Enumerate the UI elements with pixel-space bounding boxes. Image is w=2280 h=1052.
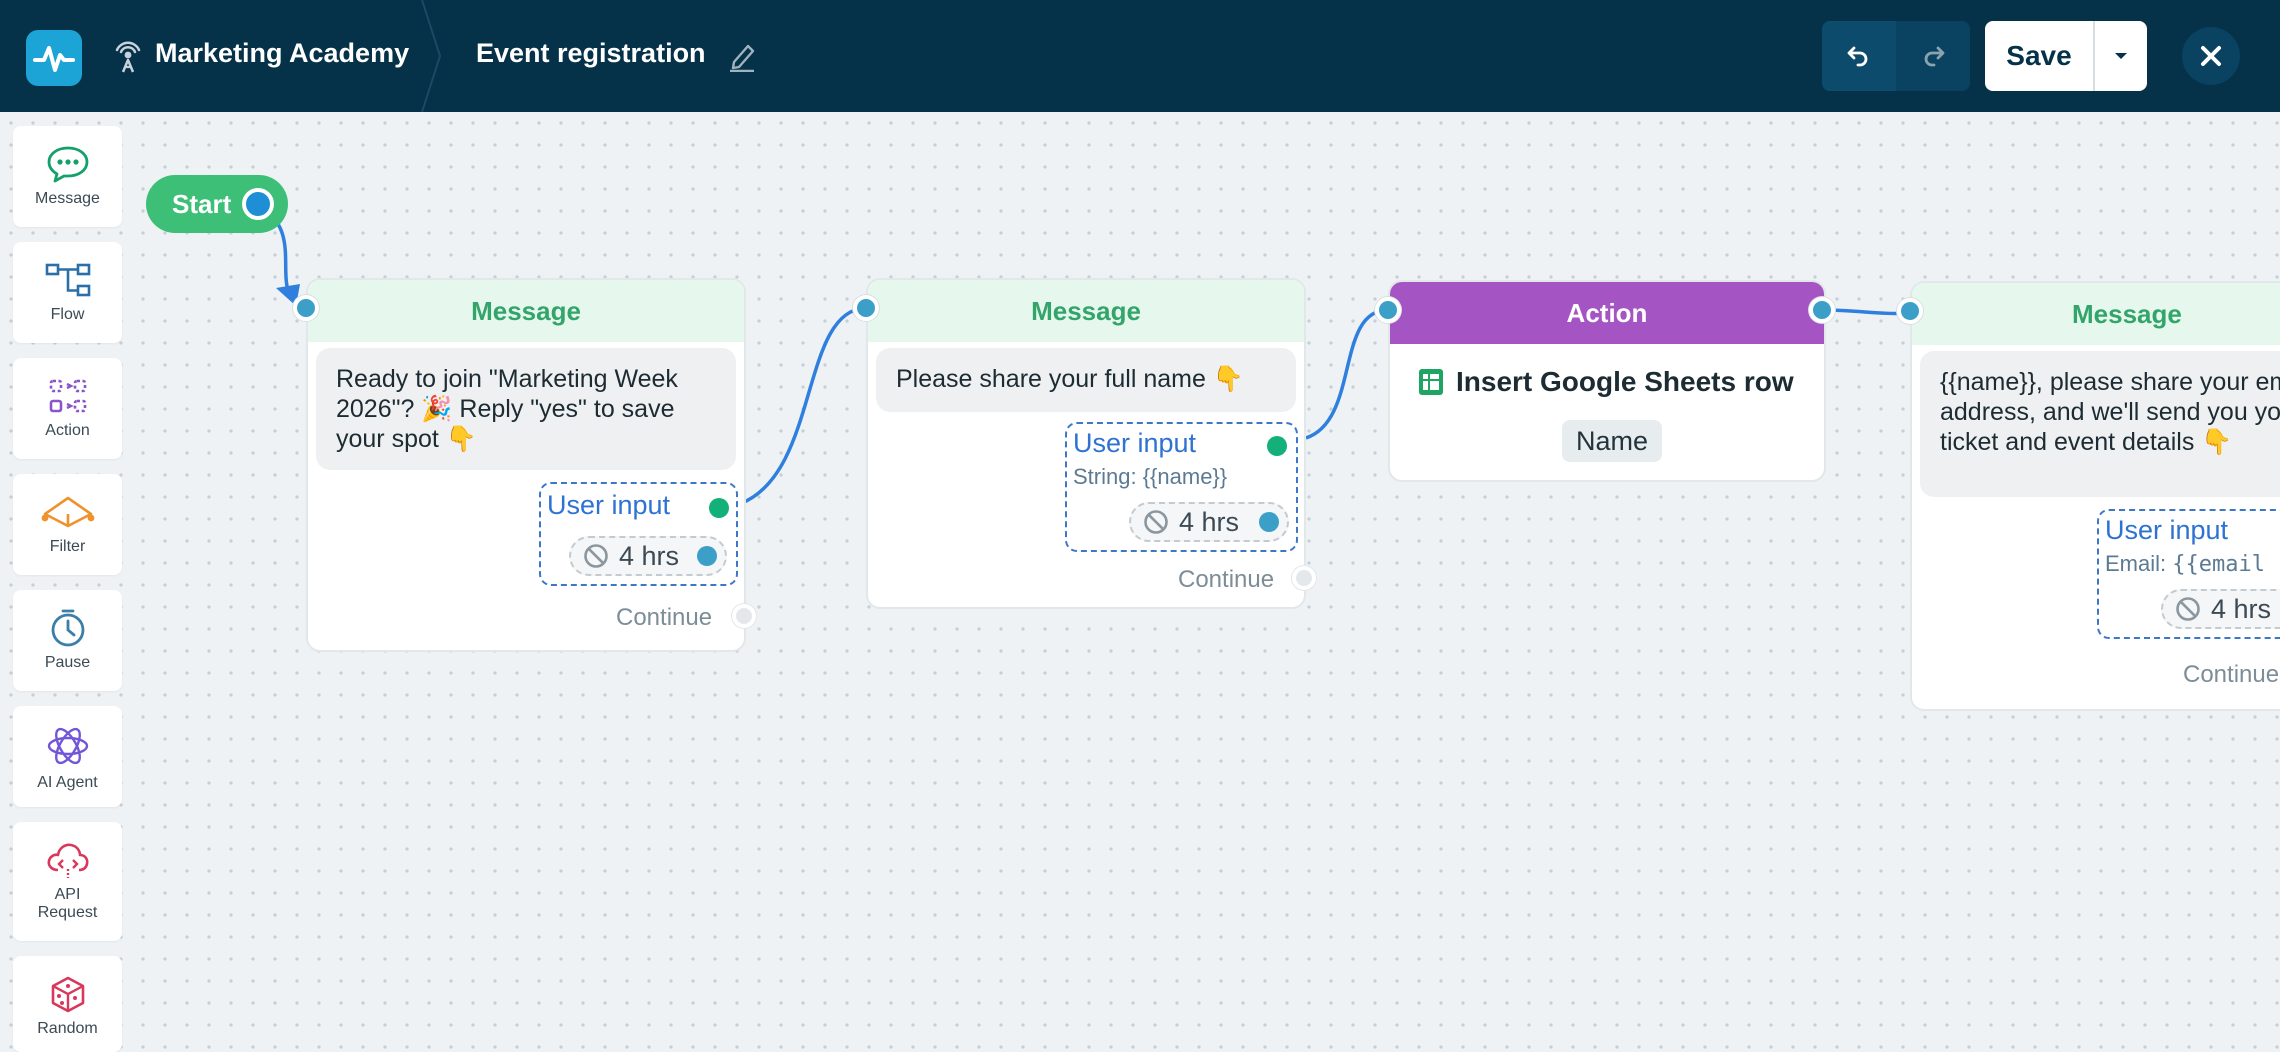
history-controls <box>1822 21 1970 91</box>
timeout-chip[interactable]: 4 hrs <box>1129 502 1289 542</box>
user-input-variable: Email: {{email <box>2105 551 2265 577</box>
flow-icon <box>45 263 90 297</box>
tool-ai-agent[interactable]: AI Agent <box>13 706 122 807</box>
tool-label: Flow <box>50 306 85 323</box>
user-input-block[interactable]: User input String: {{name}} 4 hrs <box>1065 422 1298 552</box>
tool-random[interactable]: Random <box>13 956 122 1052</box>
no-entry-icon <box>584 544 608 568</box>
field-chip[interactable]: Name <box>1562 420 1663 462</box>
message-text[interactable]: {{name}}, please share your email addres… <box>1920 351 2280 497</box>
no-entry-icon <box>1144 510 1168 534</box>
message-node-3[interactable]: Message {{name}}, please share your emai… <box>1910 281 2280 711</box>
timeout-value: 4 hrs <box>619 540 680 571</box>
timeout-value: 4 hrs <box>2211 593 2272 624</box>
user-input-title: User input <box>1073 428 1197 458</box>
timeout-value: 4 hrs <box>1179 506 1240 537</box>
action-icon <box>49 379 86 413</box>
message-node-3-input-port[interactable] <box>1897 298 1923 324</box>
chat-bubble-icon <box>47 146 88 183</box>
timeout-chip[interactable]: 4 hrs <box>569 536 727 576</box>
action-node-input-port[interactable] <box>1375 297 1401 323</box>
user-input-output-port[interactable] <box>709 498 729 518</box>
node-header: Action <box>1390 282 1824 344</box>
timeout-chip[interactable]: 4 hrs <box>2161 589 2280 629</box>
tool-label: API Request <box>37 886 98 921</box>
user-input-title: User input <box>547 490 671 520</box>
node-header: Message <box>308 280 744 342</box>
message-node-1-input-port[interactable] <box>293 295 319 321</box>
tool-label: AI Agent <box>37 774 98 791</box>
action-node[interactable]: Action Insert Google Sheets row Name <box>1388 280 1826 482</box>
timeout-output-port[interactable] <box>1259 512 1279 532</box>
dice-icon <box>51 976 84 1013</box>
user-input-block[interactable]: User input Email: {{email 4 hrs <box>2097 509 2280 639</box>
message-text[interactable]: Ready to join "Marketing Week 2026"? 🎉 R… <box>316 348 736 470</box>
save-options-dropdown[interactable] <box>2095 21 2147 91</box>
tool-label: Message <box>35 190 100 207</box>
save-button[interactable]: Save <box>1985 21 2095 91</box>
node-header: Message <box>1912 283 2280 345</box>
tool-label: Pause <box>44 654 91 671</box>
message-node-2[interactable]: Message Please share your full name 👇 Us… <box>866 278 1316 609</box>
save-group: Save <box>1985 21 2147 91</box>
redo-icon <box>1924 46 1945 67</box>
tool-action[interactable]: Action <box>13 358 122 459</box>
user-input-variable: String: {{name}} <box>1073 464 1228 489</box>
tool-label: Filter <box>49 538 86 555</box>
node-header: Message <box>868 280 1304 342</box>
pulse-logo-icon[interactable] <box>26 30 82 86</box>
message-node-1[interactable]: Message Ready to join "Marketing Week 20… <box>306 278 756 652</box>
tool-flow[interactable]: Flow <box>13 242 122 343</box>
continue-label: Continue <box>616 604 713 631</box>
cloud-api-icon <box>47 843 88 878</box>
tool-label: Random <box>37 1020 98 1037</box>
no-entry-icon <box>2176 597 2200 621</box>
message-node-2-input-port[interactable] <box>853 295 879 321</box>
continue-output-port[interactable] <box>732 604 756 628</box>
google-sheets-icon <box>1419 369 1443 395</box>
undo-button[interactable] <box>1822 21 1896 91</box>
action-title: Insert Google Sheets row <box>1456 366 1794 397</box>
undo-icon <box>1847 46 1868 67</box>
close-icon <box>2201 46 2221 66</box>
ai-agent-icon <box>47 727 88 765</box>
tool-api-request[interactable]: API Request <box>13 822 122 941</box>
start-label: Start <box>172 188 232 219</box>
user-input-output-port[interactable] <box>1267 436 1287 456</box>
tool-label: Action <box>45 422 90 439</box>
chevron-down-icon <box>2115 53 2127 59</box>
continue-label: Continue <box>1178 566 1275 593</box>
pencil-icon[interactable] <box>726 38 758 73</box>
timeout-output-port[interactable] <box>697 546 717 566</box>
action-title-row: Insert Google Sheets row <box>1418 366 1794 398</box>
user-input-title: User input <box>2105 515 2229 545</box>
action-node-output-port[interactable] <box>1809 297 1835 323</box>
start-output-port[interactable] <box>242 188 274 220</box>
redo-button[interactable] <box>1896 21 1970 91</box>
message-text-content: {{name}}, please share your email addres… <box>1940 368 2280 456</box>
broadcast-icon <box>113 38 143 74</box>
user-input-block[interactable]: User input 4 hrs <box>539 482 738 586</box>
tool-pause[interactable]: Pause <box>13 590 122 691</box>
flow-name[interactable]: Event registration <box>476 38 706 69</box>
user-input-variable-name: {{email <box>2172 552 2265 577</box>
top-bar: Marketing Academy Event registration Sav… <box>0 0 2280 112</box>
user-input-variable-type: Email: <box>2105 551 2173 576</box>
close-button[interactable] <box>2182 27 2240 85</box>
clock-icon <box>51 609 84 647</box>
filter-icon <box>41 496 94 528</box>
continue-label: Continue <box>2183 661 2280 688</box>
breadcrumb-divider <box>421 0 442 112</box>
workspace-name[interactable]: Marketing Academy <box>155 38 409 69</box>
continue-output-port[interactable] <box>1292 566 1316 590</box>
message-text[interactable]: Please share your full name 👇 <box>876 348 1296 412</box>
tool-filter[interactable]: Filter <box>13 474 122 575</box>
tool-message[interactable]: Message <box>13 126 122 227</box>
